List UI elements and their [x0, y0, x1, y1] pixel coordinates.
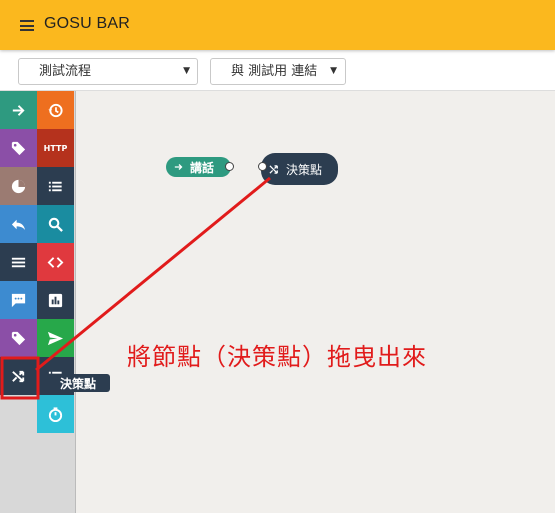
palette-tile-decision[interactable] — [0, 357, 37, 395]
http-icon: HTTP — [43, 143, 68, 153]
decision-node-input-port[interactable] — [258, 162, 267, 171]
palette-tile-history[interactable] — [37, 91, 74, 129]
list-icon — [48, 181, 62, 191]
decision-node-label: 決策點 — [286, 162, 323, 177]
talk-node[interactable]: 講話 — [166, 157, 231, 177]
decision-node[interactable]: 決策點 — [261, 153, 338, 185]
palette-tile-send[interactable] — [37, 319, 74, 357]
palette-tile-tag[interactable] — [0, 129, 37, 167]
talk-node-label: 講話 — [190, 160, 215, 175]
app-bar: GOSU BAR — [0, 0, 555, 50]
flow-select[interactable]: 測試流程 ▼ — [18, 58, 198, 85]
chevron-down-icon: ▼ — [183, 66, 190, 76]
tag-icon — [11, 331, 26, 345]
palette-tile-http[interactable]: HTTP — [37, 129, 74, 167]
pie-chart-icon — [11, 179, 26, 193]
search-icon — [48, 217, 63, 232]
shuffle-icon — [269, 164, 278, 174]
flow-select-value: 測試流程 — [39, 64, 92, 79]
palette-tile-chat[interactable] — [0, 281, 37, 319]
palette-tile-search[interactable] — [37, 205, 74, 243]
palette-tile-pie[interactable] — [0, 167, 37, 205]
link-select-value: 與 測試用 連結 — [231, 64, 318, 79]
arrow-right-icon — [12, 104, 25, 116]
talk-node-output-port[interactable] — [225, 162, 234, 171]
palette-tile-menu[interactable] — [0, 243, 37, 281]
palette-tile-list[interactable] — [37, 167, 74, 205]
node-palette: HTTP — [0, 91, 76, 513]
app-title: GOSU BAR — [44, 15, 131, 32]
palette-tile-reply[interactable] — [0, 205, 37, 243]
palette-tile-tag-2[interactable] — [0, 319, 37, 357]
shuffle-icon — [12, 370, 25, 382]
send-icon — [47, 331, 64, 345]
hamburger-menu-icon[interactable] — [20, 20, 34, 31]
history-icon — [48, 103, 63, 117]
link-select[interactable]: 與 測試用 連結 ▼ — [210, 58, 346, 85]
tag-icon — [11, 141, 26, 155]
reply-icon — [11, 219, 26, 230]
code-icon — [47, 256, 64, 268]
palette-tile-code[interactable] — [37, 243, 74, 281]
timer-icon — [48, 406, 63, 422]
toolbar: 測試流程 ▼ 與 測試用 連結 ▼ — [0, 50, 555, 91]
chat-icon — [11, 293, 26, 307]
palette-tooltip: 決策點 — [46, 374, 110, 392]
palette-tile-stats[interactable] — [37, 281, 74, 319]
arrow-right-icon — [174, 164, 183, 170]
bar-chart-icon — [48, 293, 63, 307]
instruction-annotation: 將節點（決策點）拖曳出來 — [127, 343, 427, 371]
chevron-down-icon: ▼ — [330, 66, 337, 76]
menu-lines-icon — [11, 257, 26, 267]
palette-tile-timer[interactable] — [37, 395, 74, 433]
palette-tile-arrow[interactable] — [0, 91, 37, 129]
